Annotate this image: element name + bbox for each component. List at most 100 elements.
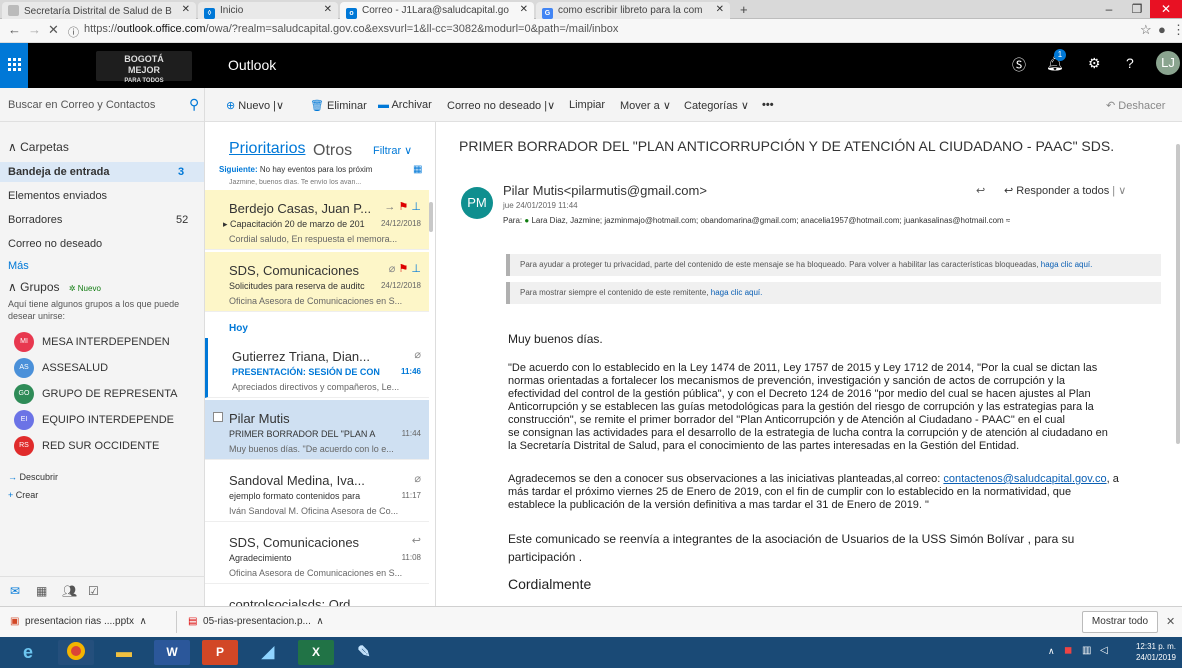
reply-all-button[interactable]: ↩ Responder a todos | ∨ bbox=[1004, 184, 1126, 197]
info-icon[interactable]: ⓘ bbox=[68, 24, 79, 40]
folders-more-link[interactable]: Más bbox=[8, 260, 29, 272]
minimize-icon[interactable]: – bbox=[1094, 0, 1124, 18]
close-icon[interactable]: ✕ bbox=[1166, 615, 1175, 628]
flag-icon[interactable]: ⚑ bbox=[398, 263, 408, 275]
junk-button[interactable]: Correo no deseado |∨ bbox=[447, 99, 555, 112]
paint-icon[interactable]: ✎ bbox=[346, 640, 382, 665]
next-event[interactable]: Siguiente: No hay eventos para los próxi… bbox=[219, 165, 372, 174]
show-all-button[interactable]: Mostrar todo bbox=[1082, 611, 1158, 633]
menu-icon[interactable]: ⋮ bbox=[1172, 22, 1182, 38]
list-item[interactable]: SDS, Comunicaciones ↩ Agradecimiento 11:… bbox=[205, 524, 429, 584]
chrome-icon[interactable] bbox=[58, 640, 94, 665]
excel-icon[interactable]: X bbox=[298, 640, 334, 665]
mail-icon[interactable]: ✉ bbox=[10, 584, 20, 598]
clock[interactable]: 12:31 p. m. 24/01/2019 bbox=[1118, 641, 1176, 663]
new-tab-button[interactable]: + bbox=[740, 2, 748, 17]
create-group-link[interactable]: + Crear bbox=[8, 490, 38, 500]
browser-tab-inicio[interactable]: ◊ Inicio ✕ bbox=[198, 2, 338, 19]
categories-button[interactable]: Categorías ∨ bbox=[684, 99, 749, 112]
groups-header[interactable]: ∧ Grupos ✲ Nuevo bbox=[8, 280, 101, 294]
chevron-up-icon[interactable]: ∧ bbox=[140, 616, 147, 627]
tab-other[interactable]: Otros bbox=[313, 142, 352, 160]
list-item[interactable]: Berdejo Casas, Juan P... → ⚑ ⊥ ▸ Capacit… bbox=[205, 190, 429, 250]
group-item[interactable]: AS ASSESALUD bbox=[14, 358, 200, 380]
folder-drafts[interactable]: Borradores bbox=[8, 214, 62, 226]
contact-email-link[interactable]: contactenos@saludcapital.gov.co bbox=[943, 473, 1106, 485]
download-item[interactable]: ▤ 05-rias-presentacion.p... ∧ bbox=[188, 616, 324, 627]
list-scrollbar[interactable] bbox=[429, 202, 433, 232]
browser-tab-secretaria[interactable]: Secretaría Distrital de Salud de B ✕ bbox=[2, 2, 196, 19]
folder-sent[interactable]: Elementos enviados bbox=[8, 190, 107, 202]
maximize-icon[interactable]: ❐ bbox=[1122, 0, 1152, 18]
select-checkbox[interactable] bbox=[213, 412, 223, 422]
list-item[interactable]: SDS, Comunicaciones ⌀ ⚑ ⊥ Solicitudes pa… bbox=[205, 252, 429, 312]
search-icon[interactable]: ⚲ bbox=[189, 96, 199, 113]
reading-scrollbar[interactable] bbox=[1176, 144, 1180, 444]
privacy-link[interactable]: haga clic aquí. bbox=[1041, 260, 1093, 269]
browser-tab-correo[interactable]: o Correo - J1Lara@saludcapital.go ✕ bbox=[340, 2, 534, 19]
profile-icon[interactable]: ● bbox=[1158, 22, 1166, 37]
calendar-icon[interactable]: ▦ bbox=[36, 584, 47, 598]
new-button[interactable]: ⊕ Nuevo |∨ bbox=[226, 99, 284, 112]
pin-icon[interactable]: ⊥ bbox=[411, 201, 421, 213]
volume-icon[interactable]: ◁ bbox=[1100, 645, 1108, 656]
powerpoint-icon[interactable]: P bbox=[202, 640, 238, 665]
calendar-icon[interactable]: ▦ bbox=[413, 164, 422, 175]
folder-inbox[interactable]: Bandeja de entrada bbox=[8, 166, 109, 178]
chevron-up-icon[interactable]: ∧ bbox=[316, 616, 323, 627]
more-actions-button[interactable]: ••• bbox=[762, 99, 774, 111]
skype-icon[interactable]: Ⓢ bbox=[1012, 55, 1026, 75]
browser-tab-google[interactable]: Gcomo escribir libreto para la com ✕ bbox=[536, 2, 730, 19]
pin-icon[interactable]: ⊥ bbox=[411, 263, 421, 275]
word-icon[interactable]: W bbox=[154, 640, 190, 665]
folder-icon[interactable]: ▬ bbox=[106, 640, 142, 665]
folders-header[interactable]: ∧ Carpetas bbox=[8, 140, 69, 154]
url-field[interactable]: https://outlook.office.com/owa/?realm=sa… bbox=[84, 23, 618, 35]
list-item[interactable]: Gutierrez Triana, Dian... ⌀ PRESENTACIÓN… bbox=[205, 338, 429, 398]
ie-icon[interactable]: e bbox=[10, 640, 46, 665]
close-icon[interactable]: ✕ bbox=[520, 4, 528, 15]
archive-button[interactable]: ▬ Archivar bbox=[378, 99, 432, 111]
sender-avatar[interactable]: PM bbox=[461, 187, 493, 219]
sweep-button[interactable]: Limpiar bbox=[569, 99, 605, 111]
move-to-button[interactable]: Mover a ∨ bbox=[620, 99, 671, 112]
list-item[interactable]: controlsocialsds; Ord... bbox=[205, 586, 429, 606]
close-icon[interactable]: ✕ bbox=[716, 4, 724, 15]
avatar[interactable]: LJ bbox=[1156, 51, 1180, 75]
reply-arrow-icon[interactable]: ↩ bbox=[976, 184, 985, 197]
chevron-down-icon[interactable]: | ∨ bbox=[1112, 185, 1126, 197]
tab-focused[interactable]: Prioritarios bbox=[229, 140, 305, 158]
search-input[interactable]: Buscar en Correo y Contactos ⚲ bbox=[0, 88, 205, 122]
flag-icon[interactable]: ⚑ bbox=[398, 201, 408, 213]
chevron-up-icon[interactable]: ≈ bbox=[1006, 216, 1010, 225]
people-icon[interactable]: 👥︎ bbox=[62, 584, 77, 598]
help-icon[interactable]: ? bbox=[1126, 55, 1134, 71]
app-icon[interactable]: ◢ bbox=[250, 640, 286, 665]
close-icon[interactable]: ✕ bbox=[182, 4, 190, 15]
discover-link[interactable]: → Descubrir bbox=[8, 472, 58, 482]
sender-name[interactable]: Pilar Mutis<pilarmutis@gmail.com> bbox=[503, 183, 707, 198]
group-item[interactable]: GO GRUPO DE REPRESENTA bbox=[14, 384, 200, 406]
tasks-icon[interactable]: ☑ bbox=[88, 584, 99, 598]
filter-button[interactable]: Filtrar ∨ bbox=[373, 144, 412, 157]
tray-app-icon[interactable]: ◼ bbox=[1064, 645, 1072, 656]
sender-link[interactable]: haga clic aquí. bbox=[711, 288, 763, 297]
app-launcher-icon[interactable] bbox=[0, 43, 28, 88]
network-icon[interactable]: ▥ bbox=[1082, 645, 1091, 656]
undo-button[interactable]: ↶ Deshacer bbox=[1106, 99, 1165, 112]
forward-arrow-icon[interactable]: → bbox=[28, 22, 41, 37]
list-item[interactable]: Sandoval Medina, Iva... ⌀ ejemplo format… bbox=[205, 462, 429, 522]
gear-icon[interactable]: ⚙ bbox=[1088, 55, 1101, 72]
delete-button[interactable]: 🗑︎ Eliminar bbox=[310, 99, 367, 112]
close-icon[interactable]: ✕ bbox=[324, 4, 332, 15]
star-icon[interactable]: ☆ bbox=[1140, 22, 1152, 38]
stop-icon[interactable]: ✕ bbox=[48, 22, 59, 38]
download-item[interactable]: ▣ presentacion rias ....pptx ∧ bbox=[10, 616, 147, 627]
group-item[interactable]: MI MESA INTERDEPENDEN bbox=[14, 332, 200, 354]
close-window-icon[interactable]: ✕ bbox=[1150, 0, 1182, 18]
folder-junk[interactable]: Correo no deseado bbox=[8, 238, 102, 250]
tray-expand-icon[interactable]: ∧ bbox=[1048, 646, 1055, 657]
group-item[interactable]: RS RED SUR OCCIDENTE bbox=[14, 436, 200, 458]
back-arrow-icon[interactable]: ← bbox=[8, 22, 21, 37]
list-item-selected[interactable]: Pilar Mutis PRIMER BORRADOR DEL "PLAN A … bbox=[205, 400, 429, 460]
